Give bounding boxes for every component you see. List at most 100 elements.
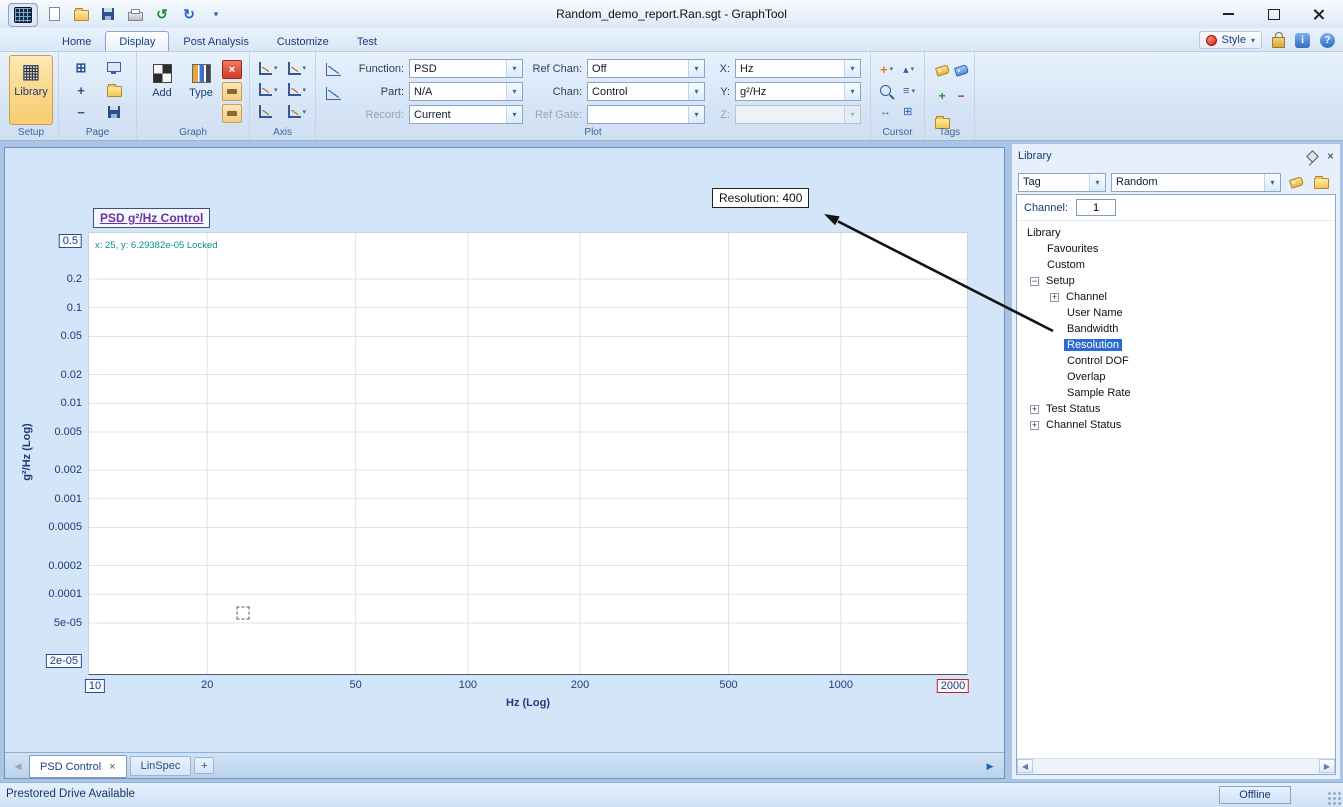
y-tick-label[interactable]: 2e-05: [46, 654, 82, 668]
tab-scroll-left-button[interactable]: ◀: [10, 759, 26, 774]
help-icon[interactable]: [1320, 33, 1335, 48]
add-cursor-button[interactable]: +▾: [880, 59, 893, 79]
chart-title[interactable]: PSD g²/Hz Control: [93, 208, 210, 228]
tag-type-select[interactable]: Tag▾: [1018, 173, 1106, 192]
undo-button[interactable]: ↺: [152, 4, 172, 24]
axis-limits-button[interactable]: ▾: [288, 59, 307, 78]
show-tag-button[interactable]: [932, 60, 952, 80]
maximize-button[interactable]: [1251, 0, 1296, 28]
tree-item-custom[interactable]: Custom: [1017, 257, 1335, 273]
chevron-down-icon[interactable]: ▾: [688, 60, 704, 77]
tree-item-sample-rate[interactable]: Sample Rate: [1017, 385, 1335, 401]
customize-qat-button[interactable]: ▾: [206, 4, 226, 24]
chevron-down-icon[interactable]: ▾: [688, 83, 704, 100]
chan-select[interactable]: Control▾: [587, 82, 705, 101]
horizontal-scrollbar[interactable]: ◀ ▶: [1017, 758, 1335, 774]
tree-item-library[interactable]: Library: [1017, 225, 1335, 241]
open-library-button[interactable]: [1311, 172, 1331, 192]
harmonic-cursor-button[interactable]: ≡▾: [903, 82, 915, 99]
graph-legend-button[interactable]: [222, 104, 242, 123]
x-tick-label[interactable]: 10: [85, 679, 105, 693]
x-scale-button[interactable]: ▾: [259, 59, 278, 78]
channel-input[interactable]: [1076, 199, 1116, 216]
function-select[interactable]: PSD▾: [409, 59, 523, 78]
tab-customize[interactable]: Customize: [263, 31, 343, 51]
minimize-button[interactable]: [1206, 0, 1251, 28]
cursor-marker[interactable]: [237, 607, 250, 620]
chevron-down-icon[interactable]: ▾: [844, 60, 860, 77]
tree-item-resolution[interactable]: Resolution: [1017, 337, 1335, 353]
tree-item-overlap[interactable]: Overlap: [1017, 369, 1335, 385]
tab-scroll-right-button[interactable]: ▶: [982, 759, 998, 774]
new-document-button[interactable]: [44, 4, 64, 24]
remove-page-button[interactable]: −: [71, 102, 91, 122]
close-tab-icon[interactable]: ×: [109, 761, 115, 773]
resolution-annotation[interactable]: Resolution: 400: [712, 188, 809, 208]
info-icon[interactable]: [1295, 33, 1310, 48]
close-button[interactable]: [1296, 0, 1341, 28]
apply-tag-button[interactable]: [1286, 172, 1306, 192]
add-page-button[interactable]: ⊞: [71, 58, 91, 78]
tree-item-bandwidth[interactable]: Bandwidth: [1017, 321, 1335, 337]
save-page-button[interactable]: [104, 102, 124, 122]
plot-overlay-button[interactable]: [323, 83, 343, 103]
delete-graph-button[interactable]: ×: [222, 60, 242, 79]
resize-grip[interactable]: [1327, 791, 1341, 805]
tree-item-test-status[interactable]: +Test Status: [1017, 401, 1335, 417]
axis-labels-button[interactable]: ▾: [288, 81, 307, 100]
style-button[interactable]: Style ▾: [1199, 31, 1262, 49]
ref-gate-select[interactable]: ▾: [587, 105, 705, 124]
chevron-down-icon[interactable]: ▾: [506, 106, 522, 123]
collapse-icon[interactable]: −: [1030, 277, 1039, 286]
cursor-options-button[interactable]: ⊞: [903, 103, 915, 121]
offline-status-badge[interactable]: Offline: [1219, 786, 1291, 804]
chevron-down-icon[interactable]: ▾: [688, 106, 704, 123]
add-tab-button[interactable]: +: [194, 757, 214, 774]
zoom-button[interactable]: [880, 82, 893, 99]
tree-item-setup[interactable]: −Setup: [1017, 273, 1335, 289]
doc-tab-linspec[interactable]: LinSpec: [130, 756, 192, 776]
expand-icon[interactable]: +: [1030, 421, 1039, 430]
chevron-down-icon[interactable]: ▾: [506, 83, 522, 100]
log-x-button[interactable]: [259, 102, 278, 121]
add-tag-button[interactable]: +: [932, 86, 952, 106]
tab-post-analysis[interactable]: Post Analysis: [169, 31, 262, 51]
app-menu-button[interactable]: [8, 3, 38, 27]
chevron-down-icon[interactable]: ▾: [844, 83, 860, 100]
x-units-select[interactable]: Hz▾: [735, 59, 861, 78]
y-units-select[interactable]: g²/Hz▾: [735, 82, 861, 101]
autoscale-button[interactable]: ▾: [288, 102, 307, 121]
tab-test[interactable]: Test: [343, 31, 391, 51]
record-select[interactable]: Current▾: [409, 105, 523, 124]
pin-icon[interactable]: [1306, 150, 1319, 163]
pan-button[interactable]: ↔: [880, 103, 893, 121]
peak-cursor-button[interactable]: ▴▾: [903, 59, 915, 79]
scroll-left-button[interactable]: ◀: [1017, 759, 1033, 773]
graph-palette-button[interactable]: [222, 82, 242, 101]
new-page-button[interactable]: +: [71, 80, 91, 100]
tree-item-favourites[interactable]: Favourites: [1017, 241, 1335, 257]
close-icon[interactable]: ×: [1327, 149, 1334, 163]
chevron-down-icon[interactable]: ▾: [506, 60, 522, 77]
tree-item-channel-status[interactable]: +Channel Status: [1017, 417, 1335, 433]
chevron-down-icon[interactable]: ▾: [1089, 174, 1105, 191]
doc-tab-psd-control[interactable]: PSD Control ×: [29, 755, 127, 778]
tree-item-user-name[interactable]: User Name: [1017, 305, 1335, 321]
save-button[interactable]: [98, 4, 118, 24]
expand-icon[interactable]: +: [1030, 405, 1039, 414]
tab-home[interactable]: Home: [48, 31, 105, 51]
y-tick-label[interactable]: 0.5: [59, 234, 82, 248]
tag-settings-button[interactable]: [951, 60, 971, 80]
tree-item-control-dof[interactable]: Control DOF: [1017, 353, 1335, 369]
chevron-down-icon[interactable]: ▾: [1264, 174, 1280, 191]
y-scale-button[interactable]: ▾: [259, 81, 278, 100]
redo-button[interactable]: ↻: [179, 4, 199, 24]
remove-tag-button[interactable]: −: [951, 86, 971, 106]
scroll-right-button[interactable]: ▶: [1319, 759, 1335, 773]
part-select[interactable]: N/A▾: [409, 82, 523, 101]
print-button[interactable]: [125, 4, 145, 24]
chart-plot-area[interactable]: x: 25, y: 6.29382e-05 Locked Hz (Log) 10…: [88, 232, 968, 675]
send-to-display-button[interactable]: [104, 58, 124, 78]
plot-canvas[interactable]: PSD g²/Hz Control Resolution: 400 x: 25,…: [5, 148, 1004, 752]
add-graph-button[interactable]: Add: [144, 57, 180, 123]
